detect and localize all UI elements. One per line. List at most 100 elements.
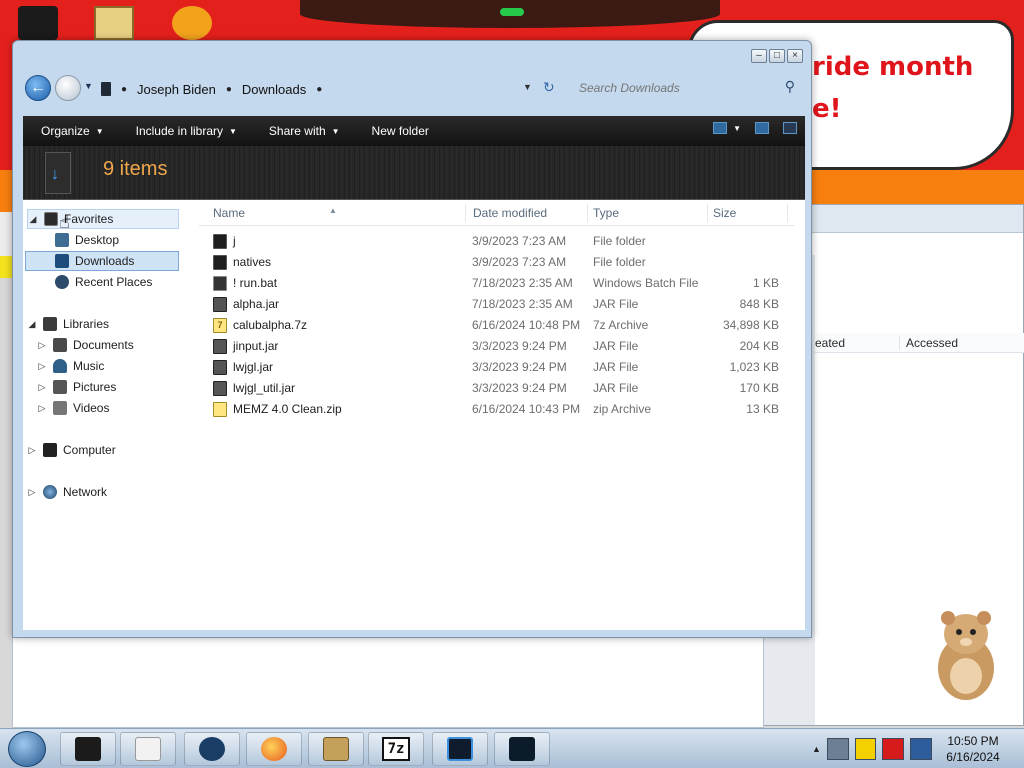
tray-app-icon[interactable] (854, 738, 877, 760)
sidebar-item-recent-places[interactable]: Recent Places (55, 272, 195, 292)
file-row[interactable]: 7 calubalpha.7z 6/16/2024 10:48 PM 7z Ar… (199, 315, 795, 336)
share-with-button[interactable]: Share with ▼ (251, 124, 354, 138)
sidebar-group-computer[interactable]: ▷ Computer (27, 440, 179, 460)
file-name[interactable]: ! run.bat (233, 276, 277, 290)
column-divider[interactable] (465, 204, 466, 222)
collapse-icon[interactable]: ◢ (27, 319, 37, 330)
file-size: 13 KB (746, 402, 779, 416)
sidebar-item-videos[interactable]: ▷ Videos (37, 398, 187, 418)
column-created[interactable]: eated (815, 336, 845, 350)
column-accessed[interactable]: Accessed (899, 336, 1009, 350)
expand-icon[interactable]: ▷ (27, 487, 37, 498)
sidebar-item-pictures[interactable]: ▷ Pictures (37, 377, 187, 397)
sidebar-group-favorites[interactable]: ◢ Favorites (27, 209, 179, 229)
file-name[interactable]: j (233, 234, 236, 248)
recent-pages-dropdown[interactable]: ▼ (84, 81, 93, 91)
breadcrumb-separator[interactable]: ● (316, 84, 322, 95)
back-button[interactable]: ← (25, 75, 51, 101)
explorer-app-icon (75, 737, 101, 761)
file-row[interactable]: jinput.jar 3/3/2023 9:24 PM JAR File 204… (199, 336, 795, 357)
background-window-lower[interactable] (12, 636, 764, 728)
sidebar-item-desktop[interactable]: Desktop (55, 230, 195, 250)
taskbar-app-7zip[interactable]: 7z (368, 732, 424, 766)
search-icon[interactable]: ⚲ (785, 78, 795, 95)
file-row[interactable]: ! run.bat 7/18/2023 2:35 AM Windows Batc… (199, 273, 795, 294)
taskbar-app-generic[interactable] (184, 732, 240, 766)
clock[interactable]: 10:50 PM 6/16/2024 (936, 733, 1010, 765)
search-input[interactable] (569, 80, 769, 96)
desktop-icon-trash[interactable] (18, 6, 58, 40)
file-row[interactable]: natives 3/9/2023 7:23 AM File folder (199, 252, 795, 273)
column-divider[interactable] (787, 204, 788, 222)
expand-icon[interactable]: ▷ (37, 382, 47, 393)
breadcrumb[interactable]: ● Joseph Biden ● Downloads ● (101, 77, 571, 101)
address-dropdown[interactable]: ▼ (523, 82, 532, 92)
change-view-icon[interactable] (713, 122, 728, 134)
column-type[interactable]: Type (593, 206, 619, 220)
expand-icon[interactable]: ▷ (37, 403, 47, 414)
sidebar-item-music[interactable]: ▷ Music (37, 356, 187, 376)
file-name[interactable]: lwjgl.jar (233, 360, 273, 374)
sidebar-group-network[interactable]: ▷ Network (27, 482, 179, 502)
search-box[interactable]: ⚲ (569, 76, 801, 100)
close-button[interactable]: × (787, 49, 803, 63)
file-name[interactable]: lwjgl_util.jar (233, 381, 295, 395)
sidebar-item-downloads[interactable]: Downloads (25, 251, 179, 271)
show-hidden-icons-icon[interactable]: ▲ (812, 744, 821, 754)
preview-pane-icon[interactable] (755, 122, 769, 134)
maximize-button[interactable]: □ (769, 49, 785, 63)
sidebar-item-documents[interactable]: ▷ Documents (37, 335, 187, 355)
desktop-icon-app[interactable] (172, 6, 212, 40)
organize-button[interactable]: Organize ▼ (23, 124, 118, 138)
file-row[interactable]: lwjgl.jar 3/3/2023 9:24 PM JAR File 1,02… (199, 357, 795, 378)
include-in-library-button[interactable]: Include in library ▼ (118, 124, 251, 138)
file-row[interactable]: alpha.jar 7/18/2023 2:35 AM JAR File 848… (199, 294, 795, 315)
file-name[interactable]: MEMZ 4.0 Clean.zip (233, 402, 342, 416)
taskbar-app-monitor[interactable] (494, 732, 550, 766)
breadcrumb-downloads[interactable]: Downloads (242, 82, 306, 97)
minimize-button[interactable]: – (751, 49, 767, 63)
file-name[interactable]: natives (233, 255, 271, 269)
help-icon[interactable] (783, 122, 797, 134)
column-divider[interactable] (587, 204, 588, 222)
file-date: 7/18/2023 2:35 AM (472, 276, 573, 290)
sidebar-group-libraries[interactable]: ◢ Libraries (27, 314, 179, 334)
expand-icon[interactable]: ▷ (37, 340, 47, 351)
taskbar-app-firefox[interactable] (246, 732, 302, 766)
address-bar: ← ▼ ● Joseph Biden ● Downloads ● ▼ ↻ ⚲ (23, 71, 807, 105)
tray-app-icon[interactable] (882, 738, 905, 760)
forward-button[interactable] (55, 75, 81, 101)
refresh-icon[interactable]: ↻ (543, 79, 555, 96)
network-tray-icon[interactable] (910, 738, 932, 760)
taskbar-app-explorer[interactable] (60, 732, 116, 766)
column-name[interactable]: Name (213, 206, 245, 220)
sort-ascending-icon: ▲ (329, 206, 337, 215)
explorer-window[interactable]: – □ × ← ▼ ● Joseph Biden ● Downloads ● ▼… (12, 40, 812, 638)
tray-app-icon[interactable] (826, 738, 849, 760)
file-row[interactable]: j 3/9/2023 7:23 AM File folder (199, 231, 795, 252)
file-name[interactable]: jinput.jar (233, 339, 278, 353)
expand-icon[interactable]: ▷ (37, 361, 47, 372)
desktop-icon-folder[interactable] (94, 6, 134, 40)
breadcrumb-separator[interactable]: ● (226, 84, 232, 95)
column-size[interactable]: Size (713, 206, 736, 220)
file-name[interactable]: calubalpha.7z (233, 318, 307, 332)
file-type: Windows Batch File (593, 276, 699, 290)
start-button[interactable] (8, 731, 46, 767)
monitor-app-icon (509, 737, 535, 761)
taskbar-app-folder[interactable] (432, 732, 488, 766)
taskbar-app-media-player[interactable] (120, 732, 176, 766)
file-row[interactable]: lwjgl_util.jar 3/3/2023 9:24 PM JAR File… (199, 378, 795, 399)
column-date-modified[interactable]: Date modified (473, 206, 547, 220)
view-dropdown-icon[interactable]: ▼ (733, 124, 741, 133)
breadcrumb-joseph-biden[interactable]: Joseph Biden (137, 82, 216, 97)
file-row[interactable]: MEMZ 4.0 Clean.zip 6/16/2024 10:43 PM zi… (199, 399, 795, 420)
column-divider[interactable] (707, 204, 708, 222)
file-name[interactable]: alpha.jar (233, 297, 279, 311)
jar-file-icon (213, 381, 227, 396)
expand-icon[interactable]: ▷ (27, 445, 37, 456)
taskbar-app-sandbox[interactable] (308, 732, 364, 766)
collapse-icon[interactable]: ◢ (28, 214, 38, 225)
new-folder-button[interactable]: New folder (354, 124, 443, 138)
breadcrumb-separator[interactable]: ● (121, 84, 127, 95)
